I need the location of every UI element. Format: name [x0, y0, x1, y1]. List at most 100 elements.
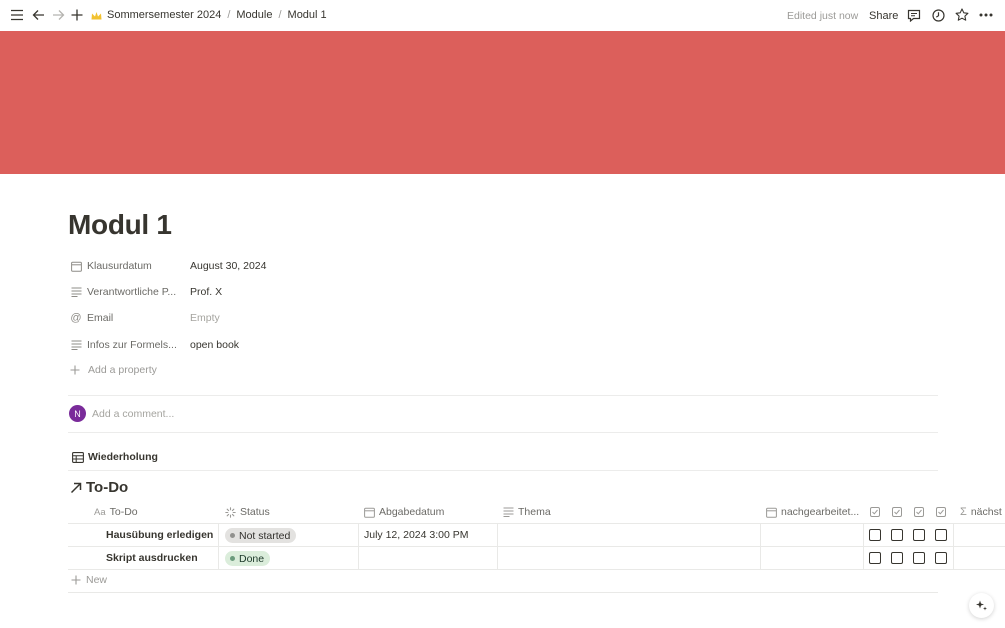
column-header-status[interactable]: Status	[225, 505, 270, 519]
sigma-formula-icon: Σ	[960, 506, 967, 518]
checkbox-header-icon	[916, 509, 922, 515]
status-dot-icon	[230, 556, 235, 561]
column-header-checkbox-2[interactable]	[892, 507, 902, 517]
column-header-nachgearbeitet[interactable]: nachgearbeitet...	[766, 505, 859, 519]
divider	[68, 432, 938, 433]
breadcrumb-item-module[interactable]: Module	[236, 9, 272, 21]
column-header-label: nachgearbeitet...	[781, 506, 860, 518]
table-column-divider	[497, 523, 498, 569]
status-label: Done	[239, 552, 265, 565]
status-label: Not started	[239, 529, 291, 542]
checkbox[interactable]	[935, 552, 947, 564]
property-value[interactable]: Prof. X	[190, 286, 222, 298]
checkbox-header-icon	[894, 509, 900, 515]
breadcrumb: Sommersemester 2024 / Module / Modul 1	[91, 9, 327, 21]
linked-arrow-icon	[70, 482, 82, 493]
breadcrumb-separator: /	[227, 9, 231, 21]
column-header-naechste[interactable]: Σ nächst	[960, 505, 1002, 519]
plus-icon	[70, 365, 80, 375]
column-header-label: Thema	[518, 506, 551, 518]
plus-icon	[71, 575, 81, 585]
page-title[interactable]: Modul 1	[68, 209, 172, 241]
column-header-checkbox-4[interactable]	[936, 507, 946, 517]
table-row-divider	[68, 523, 1005, 524]
breadcrumb-item-modul-1[interactable]: Modul 1	[288, 9, 327, 21]
text-lines-icon	[70, 286, 82, 298]
sidebar-menu-icon[interactable]	[9, 7, 25, 23]
comments-icon[interactable]	[906, 7, 922, 23]
back-arrow-icon[interactable]	[30, 7, 46, 23]
database-title[interactable]: To-Do	[70, 479, 128, 496]
table-column-divider	[760, 523, 761, 569]
forward-arrow-icon[interactable]	[50, 7, 66, 23]
new-page-plus-icon[interactable]	[69, 7, 85, 23]
divider	[68, 470, 938, 471]
divider	[68, 395, 938, 396]
table-column-divider	[358, 523, 359, 569]
checkbox[interactable]	[869, 529, 881, 541]
more-options-icon[interactable]	[978, 7, 994, 23]
comment-placeholder: Add a comment...	[92, 407, 175, 420]
checkbox-header-icon	[872, 509, 878, 515]
favorite-star-icon[interactable]	[954, 7, 970, 23]
checkbox[interactable]	[891, 529, 903, 541]
property-row-email[interactable]: @ Email Empty	[70, 308, 219, 328]
checkbox[interactable]	[913, 552, 925, 564]
add-property-button[interactable]: Add a property	[70, 364, 157, 376]
column-header-label: To-Do	[109, 506, 138, 518]
new-row-button[interactable]: New	[71, 574, 107, 586]
column-header-label: Status	[240, 506, 270, 518]
property-row-infos[interactable]: Infos zur Formels... open book	[70, 335, 239, 355]
table-column-divider	[218, 523, 219, 569]
text-lines-icon	[70, 339, 82, 351]
status-dot-icon	[230, 533, 235, 538]
property-value[interactable]: August 30, 2024	[190, 260, 266, 272]
column-header-label: Abgabedatum	[379, 506, 445, 518]
status-badge[interactable]: Not started	[225, 528, 297, 543]
property-name: Email	[87, 312, 114, 324]
checkbox[interactable]	[869, 552, 881, 564]
date-cell[interactable]: July 12, 2024 3:00 PM	[364, 529, 468, 541]
ai-assistant-button[interactable]	[969, 593, 994, 618]
checkbox[interactable]	[935, 529, 947, 541]
page-cover[interactable]	[0, 31, 1005, 174]
property-row-klausurdatum[interactable]: Klausurdatum August 30, 2024	[70, 256, 266, 276]
row-title-cell[interactable]: Hausübung erledigen	[106, 529, 213, 541]
title-aa-icon: Aa	[94, 506, 106, 518]
breadcrumb-separator: /	[278, 9, 282, 21]
property-row-verantwortliche[interactable]: Verantwortliche P... Prof. X	[70, 282, 222, 302]
text-lines-icon	[503, 507, 514, 517]
column-header-checkbox-1[interactable]	[870, 507, 880, 517]
database-title-label: To-Do	[86, 479, 129, 496]
crown-icon	[91, 11, 102, 20]
table-column-divider	[953, 523, 954, 569]
status-badge[interactable]: Done	[225, 551, 271, 566]
property-value[interactable]: open book	[190, 339, 239, 351]
property-name: Infos zur Formels...	[87, 339, 177, 351]
breadcrumb-item-sommersemester[interactable]: Sommersemester 2024	[107, 9, 221, 21]
status-spinner-icon	[225, 506, 236, 518]
column-header-thema[interactable]: Thema	[503, 505, 551, 519]
column-header-todo[interactable]: Aa To-Do	[94, 505, 138, 519]
checkbox[interactable]	[913, 529, 925, 541]
table-row-divider	[68, 546, 1005, 547]
calendar-icon	[766, 507, 777, 518]
edited-status: Edited just now	[787, 10, 859, 22]
column-header-checkbox-3[interactable]	[914, 507, 924, 517]
table-row-divider	[68, 592, 938, 593]
share-button[interactable]: Share	[869, 10, 898, 22]
comment-input[interactable]: N Add a comment...	[69, 405, 174, 422]
at-sign-icon: @	[70, 312, 82, 324]
calendar-icon	[364, 507, 375, 518]
view-tab-wiederholung[interactable]: Wiederholung	[72, 451, 158, 463]
column-header-abgabedatum[interactable]: Abgabedatum	[364, 505, 444, 519]
history-clock-icon[interactable]	[930, 7, 946, 23]
table-row-divider	[68, 569, 1005, 570]
property-value[interactable]: Empty	[190, 312, 220, 324]
row-title-cell[interactable]: Skript ausdrucken	[106, 552, 198, 564]
calendar-icon	[70, 260, 82, 272]
new-row-label: New	[86, 574, 108, 586]
checkbox[interactable]	[891, 552, 903, 564]
table-column-divider	[863, 523, 864, 569]
sparkle-icon	[976, 600, 987, 611]
